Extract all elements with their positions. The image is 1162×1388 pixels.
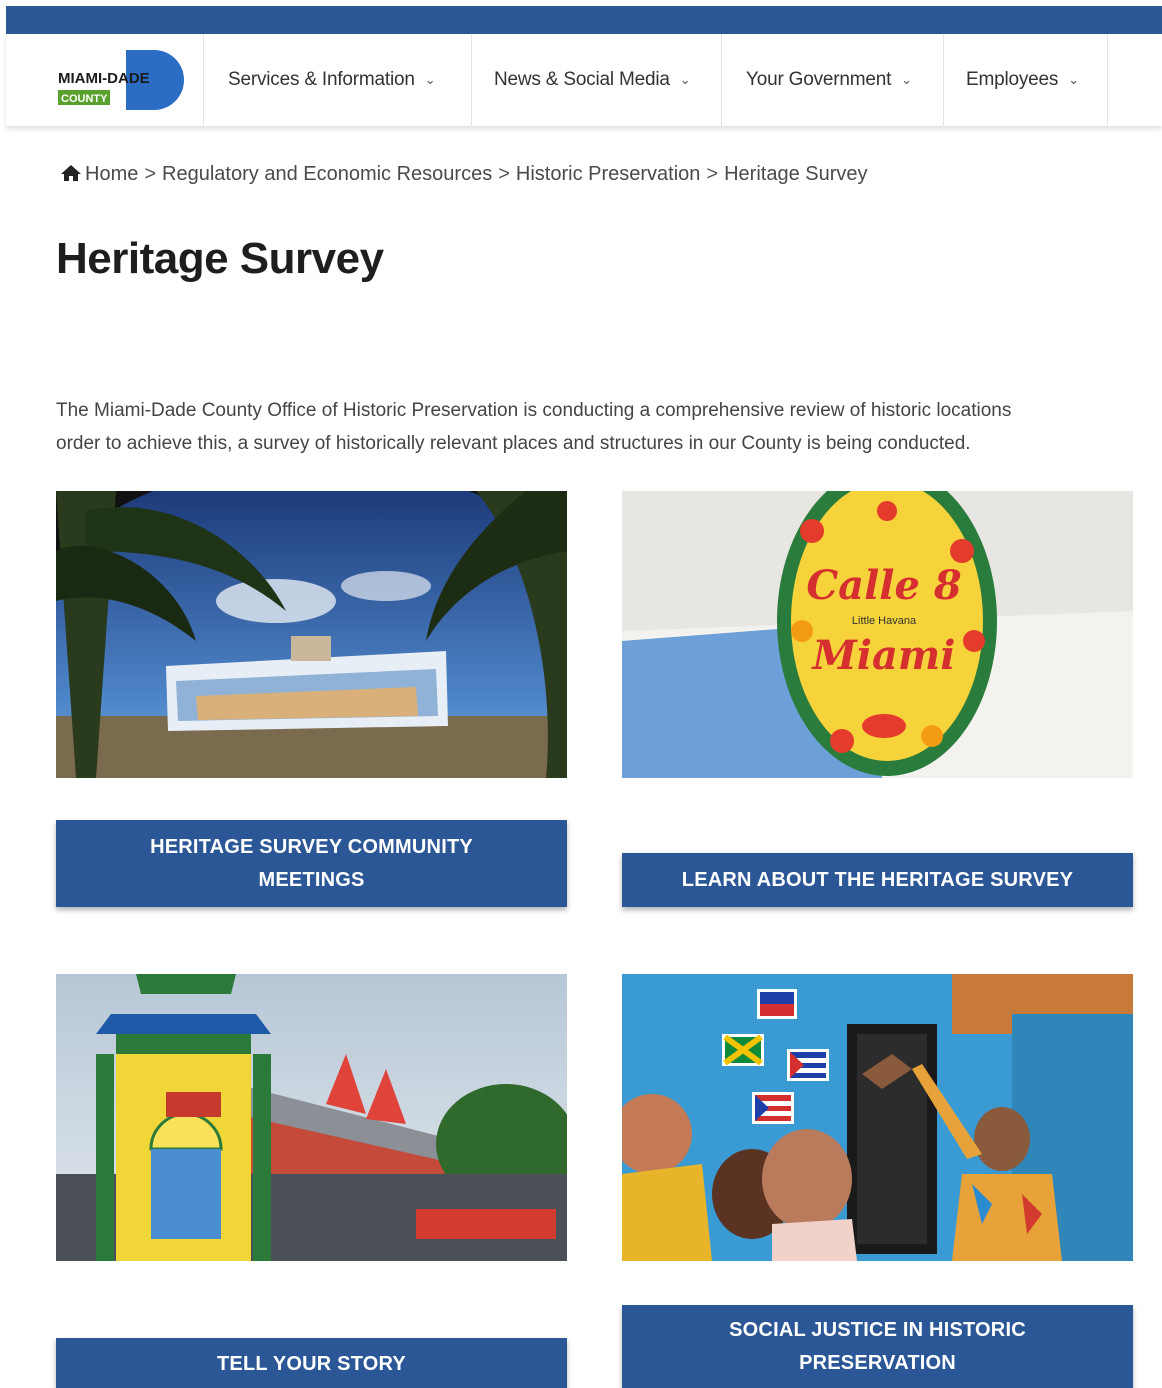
- sign-little-havana: Little Havana: [852, 615, 917, 627]
- chevron-down-icon: ⌄: [679, 72, 691, 87]
- chevron-down-icon: ⌄: [424, 72, 436, 87]
- logo-text: MIAMI-DADE: [58, 70, 150, 87]
- nav-your-government[interactable]: Your Government ⌄: [721, 34, 943, 126]
- intro-line-2: order to achieve this, a survey of histo…: [56, 433, 971, 454]
- breadcrumb-separator: >: [144, 163, 157, 185]
- intro-paragraph: The Miami-Dade County Office of Historic…: [56, 394, 1162, 460]
- main-navigation: MIAMI-DADE COUNTY Services & Information…: [6, 34, 1162, 126]
- breadcrumb-home[interactable]: Home: [85, 163, 138, 185]
- nav-label: Your Government: [746, 69, 892, 90]
- nav-label: Services & Information: [228, 69, 415, 90]
- chevron-down-icon: ⌄: [901, 72, 912, 87]
- chevron-down-icon: ⌄: [1068, 72, 1079, 87]
- top-bar: [6, 6, 1162, 34]
- breadcrumb-separator: >: [706, 163, 719, 185]
- learn-about-heritage-survey-button[interactable]: LEARN ABOUT THE HERITAGE SURVEY: [622, 853, 1133, 907]
- calle-8-tile-sign-photo[interactable]: Calle 8 Little Havana Miami: [622, 491, 1133, 778]
- sign-miami: Miami: [811, 632, 956, 679]
- nav-label: Employees: [966, 69, 1059, 90]
- tell-your-story-button[interactable]: TELL YOUR STORY: [56, 1338, 567, 1388]
- breadcrumb: Home > Regulatory and Economic Resources > H…: [60, 163, 868, 186]
- breadcrumb-regulatory[interactable]: Regulatory and Economic Resources: [162, 163, 492, 185]
- flags-mural-photo[interactable]: [622, 974, 1133, 1261]
- breadcrumb-current: Heritage Survey: [724, 163, 868, 185]
- miami-dade-logo[interactable]: MIAMI-DADE COUNTY: [56, 50, 186, 110]
- intro-line-1: The Miami-Dade County Office of Historic…: [56, 400, 1012, 421]
- mural-wall-photo[interactable]: [56, 491, 567, 778]
- breadcrumb-separator: >: [498, 163, 510, 185]
- social-justice-in-historic-preservation-button[interactable]: SOCIAL JUSTICE IN HISTORIC PRESERVATION: [622, 1305, 1133, 1388]
- sign-calle-8: Calle 8: [806, 562, 961, 609]
- nav-label: News & Social Media: [494, 69, 670, 90]
- nav-employees[interactable]: Employees ⌄: [943, 34, 1108, 126]
- heritage-survey-community-meetings-button[interactable]: HERITAGE SURVEY COMMUNITY MEETINGS: [56, 820, 567, 907]
- breadcrumb-historic-preservation[interactable]: Historic Preservation: [516, 163, 701, 185]
- page-title: Heritage Survey: [56, 234, 384, 283]
- logo-county-text: COUNTY: [61, 93, 108, 105]
- nav-services-information[interactable]: Services & Information ⌄: [203, 34, 471, 126]
- colorful-market-building-photo[interactable]: [56, 974, 567, 1261]
- nav-news-social-media[interactable]: News & Social Media ⌄: [471, 34, 721, 126]
- home-icon[interactable]: [60, 164, 82, 182]
